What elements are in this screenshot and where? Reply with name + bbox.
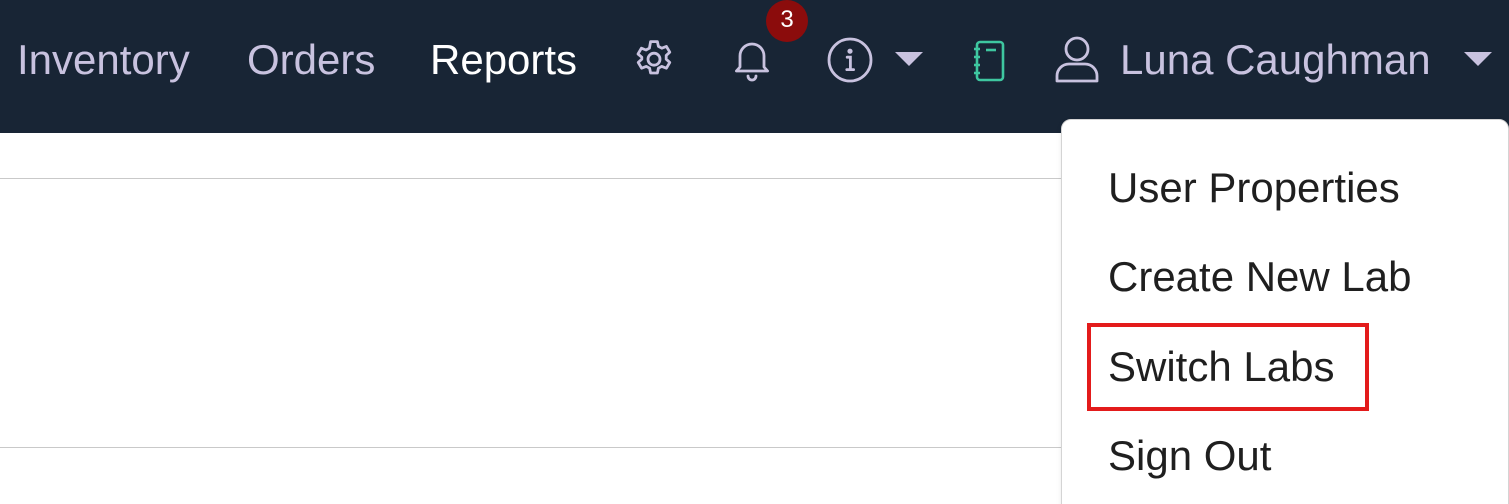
nav-link-reports[interactable]: Reports [430, 36, 577, 84]
notification-badge: 3 [766, 0, 808, 42]
nav-link-orders[interactable]: Orders [247, 36, 375, 84]
user-caret-down-icon [1464, 52, 1492, 68]
notebook-icon[interactable] [972, 40, 1006, 82]
gear-icon[interactable] [630, 36, 678, 84]
menu-item-sign-out[interactable]: Sign Out [1108, 432, 1271, 480]
nav-link-inventory[interactable]: Inventory [17, 36, 190, 84]
menu-item-create-new-lab[interactable]: Create New Lab [1108, 253, 1412, 301]
content-divider-top [0, 178, 1070, 179]
caret-down-icon[interactable] [895, 52, 923, 68]
bell-icon[interactable] [728, 34, 776, 84]
switch-labs-highlight [1087, 323, 1369, 411]
user-icon [1054, 34, 1100, 84]
user-dropdown-menu: User Properties Create New Lab Switch La… [1061, 119, 1509, 504]
info-icon[interactable] [826, 36, 874, 84]
content-divider-bottom [0, 447, 1070, 448]
menu-item-user-properties[interactable]: User Properties [1108, 164, 1400, 212]
top-navbar: Inventory Orders Reports 3 Luna Caughman [0, 0, 1509, 133]
user-name: Luna Caughman [1120, 36, 1431, 83]
